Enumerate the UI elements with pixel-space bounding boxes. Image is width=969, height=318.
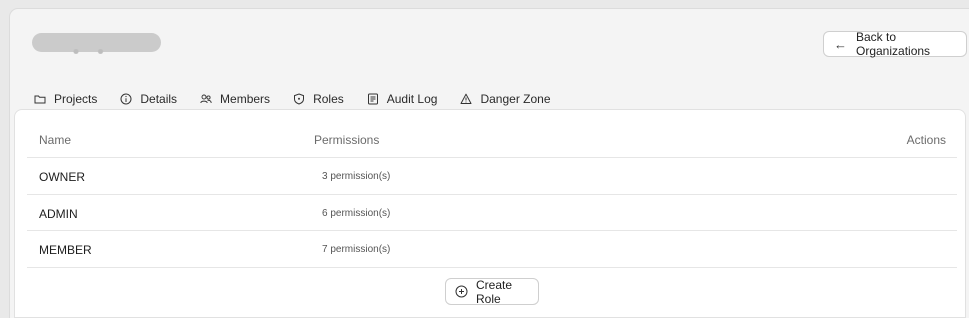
roles-table: Name Permissions Actions OWNER 3 permiss… (27, 122, 957, 268)
column-header-permissions: Permissions (314, 133, 380, 147)
role-permissions-count: 7 permission(s) (322, 244, 391, 255)
tab-label: Danger Zone (480, 92, 551, 106)
roles-card: Name Permissions Actions OWNER 3 permiss… (14, 109, 966, 318)
column-header-actions: Actions (906, 133, 946, 147)
back-to-organizations-button[interactable]: ← Back to Organizations (823, 30, 967, 58)
column-header-name: Name (39, 133, 72, 147)
tab-bar: Projects Details Members Roles Audit Log (34, 87, 574, 112)
tab-label: Details (140, 92, 178, 106)
warning-icon (460, 93, 472, 105)
tab-members[interactable]: Members (200, 88, 270, 110)
create-role-label: Create Role (476, 277, 513, 306)
table-row[interactable]: ADMIN 6 permission(s) (27, 195, 957, 231)
tab-label: Projects (54, 92, 98, 106)
folder-icon (34, 93, 46, 105)
users-icon (200, 93, 212, 105)
create-role-button[interactable]: Create Role (445, 277, 539, 306)
tab-label: Members (220, 92, 271, 106)
tab-projects[interactable]: Projects (34, 88, 97, 110)
table-row[interactable]: OWNER 3 permission(s) (27, 158, 957, 195)
log-icon (367, 93, 379, 105)
role-permissions-count: 3 permission(s) (322, 171, 391, 182)
arrow-left-icon: ← (834, 36, 847, 52)
table-header: Name Permissions Actions (27, 122, 957, 158)
tab-label: Audit Log (386, 92, 438, 106)
organization-name-placeholder (32, 33, 161, 54)
tab-details[interactable]: Details (120, 88, 177, 110)
tab-label: Roles (313, 92, 344, 106)
back-button-label: Back to Organizations (856, 30, 931, 58)
info-icon (120, 93, 132, 105)
role-name: ADMIN (39, 206, 78, 221)
plus-circle-icon (455, 285, 468, 298)
shield-icon (293, 93, 305, 105)
role-name: OWNER (39, 170, 85, 184)
role-name: MEMBER (39, 243, 92, 257)
tab-audit-log[interactable]: Audit Log (367, 88, 438, 110)
role-permissions-count: 6 permission(s) (322, 207, 391, 219)
tab-roles[interactable]: Roles (293, 88, 344, 112)
tab-danger-zone[interactable]: Danger Zone (460, 88, 551, 110)
table-row[interactable]: MEMBER 7 permission(s) (27, 231, 957, 268)
